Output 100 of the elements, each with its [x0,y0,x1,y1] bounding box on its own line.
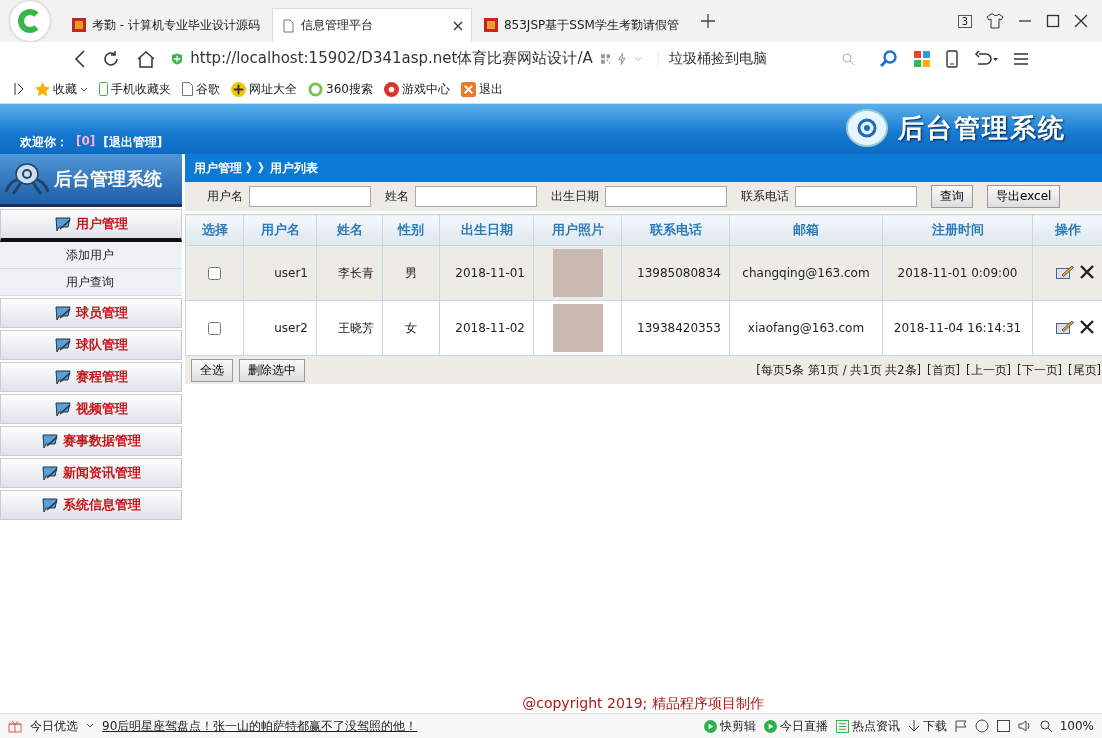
favicon-icon [483,18,498,32]
at-logo-icon [846,109,888,147]
status-item[interactable]: 快剪辑 [703,717,756,735]
browser-tab[interactable]: 信息管理平台 [271,8,472,42]
menu-item[interactable]: 赛程管理 [0,362,182,392]
table-cell: 13985080834 [621,245,730,301]
maximize-icon[interactable] [1046,14,1060,28]
breadcrumb: 用户管理 》》用户列表 [185,154,1102,182]
lightning-icon[interactable] [618,51,627,66]
note-icon [54,400,73,418]
table-cell: 男 [382,245,440,301]
system-title: 后台管理系统 [898,111,1066,145]
menu-item[interactable]: 球员管理 [0,298,182,328]
bookmark-link[interactable]: 360搜索 [308,80,373,98]
note-icon [54,304,73,322]
row-checkbox[interactable] [208,321,221,335]
logout-link[interactable]: [退出管理] [103,134,163,151]
phone-icon[interactable] [946,49,958,68]
apps-icon[interactable] [914,50,930,67]
bookmark-link[interactable]: 谷歌 [182,80,220,98]
form-button[interactable]: 查询 [931,185,973,208]
close-icon[interactable] [1074,14,1088,28]
input-field[interactable] [249,186,371,207]
phone-icon [99,82,108,96]
status-item[interactable]: 热点资讯 [835,717,900,735]
back-icon[interactable] [74,49,86,68]
browser-icon[interactable] [974,719,989,733]
note-icon [41,496,60,514]
browser-tab[interactable]: 853JSP基于SSM学生考勤请假管 [475,8,687,42]
delete-icon[interactable] [1080,319,1094,334]
pager-link[interactable]: [下一页] [1017,362,1062,378]
exit-icon [460,81,476,97]
form-button[interactable]: 导出excel [987,185,1061,208]
submenu-item[interactable]: 添加用户 [0,242,182,269]
input-field[interactable] [605,186,727,207]
status-item[interactable]: 今日直播 [763,717,828,735]
row-checkbox[interactable] [208,266,221,280]
pager-link[interactable]: [上一页] [966,362,1012,378]
search-icon[interactable] [880,49,898,68]
table-cell: user1 [243,245,317,301]
column-header: 用户名 [243,214,317,246]
home-icon[interactable] [136,49,156,68]
field-label: 联系电话 [741,188,789,205]
shirt-icon[interactable] [986,13,1004,29]
column-header: 选择 [185,214,244,246]
menu-item[interactable]: 球队管理 [0,330,182,360]
menu-item[interactable]: 视频管理 [0,394,182,424]
browser-logo-icon[interactable] [10,1,50,41]
column-header: 姓名 [316,214,383,246]
pager-link[interactable]: [尾页] [1068,362,1101,378]
chevron-icon[interactable] [86,723,94,729]
bulk-button[interactable]: 全选 [191,358,233,382]
input-field[interactable] [415,186,537,207]
zoom-level[interactable]: 100% [1059,719,1094,733]
table-cell: 2018-11-04 16:14:31 [882,300,1033,356]
browser-tab[interactable]: 考勤 - 计算机专业毕业设计源码 [64,8,268,42]
edit-icon[interactable] [1056,319,1075,334]
menu-item[interactable]: 赛事数据管理 [0,426,182,456]
news-link[interactable]: 90后明星座驾盘点！张一山的帕萨特都赢不了没驾照的他！ [102,717,418,735]
bookmark-link[interactable]: 手机收藏夹 [99,80,171,98]
bookmark-link[interactable]: 退出 [460,80,503,98]
bulk-button[interactable]: 删除选中 [239,358,305,382]
submenu-item[interactable]: 用户查询 [0,269,182,296]
qr-icon[interactable] [600,52,611,65]
flag-icon[interactable] [954,720,967,732]
bookmark-link[interactable]: 游戏中心 [383,80,450,98]
zoom-icon[interactable] [1039,720,1052,732]
search-field[interactable]: 垃圾桶捡到电脑 [658,49,864,68]
gift-icon[interactable] [8,719,22,733]
tab-count-badge[interactable]: 3 [957,14,972,28]
menu-item[interactable]: 用户管理 [0,209,182,242]
news-icon [835,719,849,733]
field-label: 姓名 [385,188,409,205]
reload-icon[interactable] [102,49,120,68]
address-field[interactable]: http://localhost:15902/D341asp.net体育比赛网站设计/A [172,49,642,68]
note-icon [41,432,60,450]
input-field[interactable] [795,186,917,207]
note-icon [54,336,73,354]
status-link[interactable]: 今日优选 [30,717,78,735]
table-cell: xiaofang@163.com [729,300,883,356]
star-icon [35,81,50,97]
speaker-icon[interactable] [1017,720,1032,732]
status-item[interactable]: 下载 [907,717,947,735]
plus-icon [231,81,246,97]
column-header: 用户照片 [533,214,622,246]
delete-icon[interactable] [1080,264,1094,279]
pager-link[interactable]: [首页] [927,362,961,378]
close-icon[interactable] [452,20,463,31]
window-icon[interactable] [996,720,1010,732]
new-tab-icon[interactable] [700,14,715,28]
page-icon [182,82,193,96]
sidebar-toggle-icon[interactable] [14,83,24,95]
edit-icon[interactable] [1056,264,1075,279]
bookmark-link[interactable]: 收藏 [35,80,88,98]
bookmark-link[interactable]: 网址大全 [231,80,297,98]
undo-icon[interactable] [974,50,998,67]
column-header: 联系电话 [621,214,730,246]
menu-item[interactable]: 新闻资讯管理 [0,458,182,488]
menu-item[interactable]: 系统信息管理 [0,490,182,520]
menu-icon[interactable] [1014,51,1028,66]
